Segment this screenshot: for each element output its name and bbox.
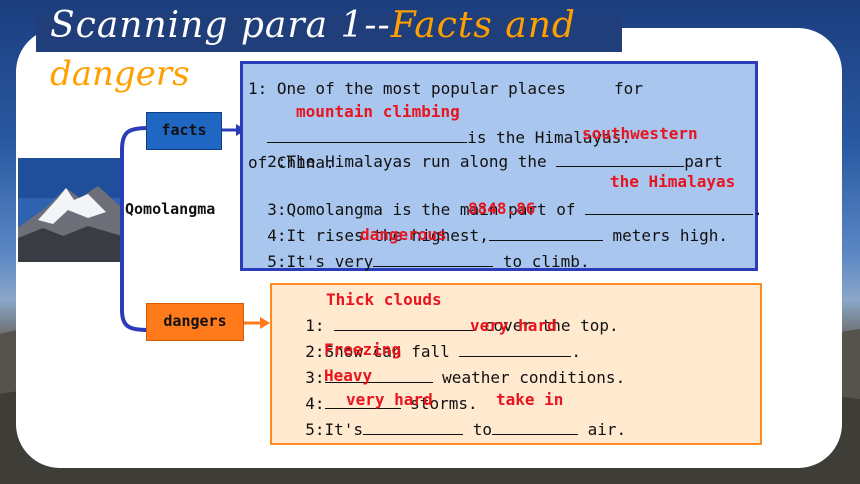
answer-heavy: Heavy [324,366,373,385]
facts-line-7-end: to climb. [502,252,590,271]
dangers-tag: dangers [146,303,244,341]
dangers-line-5-text: 5:It's [305,420,364,439]
facts-line-5-end: . [753,200,763,219]
qomolangma-photo [18,158,122,262]
answer-8848-86: 8848.86 [468,199,536,218]
answer-take-in: take in [496,390,564,409]
dangers-line-5: 5:It's to air. [286,396,626,441]
facts-line-6-end: meters high. [612,226,729,245]
center-label: Qomolangma [125,200,216,218]
dangers-line-5-end: air. [587,420,627,439]
answer-southwestern: southwestern [582,124,698,143]
facts-line-3-end: part [684,152,723,171]
answer-very-hard-2: very hard [346,390,433,409]
facts-tag: facts [146,112,222,150]
title-part-2: Facts and [390,5,576,46]
answer-very-hard-1: very hard [470,316,557,335]
dangers-line-5-mid: to [472,420,492,439]
answer-thick-clouds: Thick clouds [326,290,442,309]
title-part-1: Scanning para 1-- [50,5,391,46]
answer-dangerous: dangerous [360,225,447,244]
answer-freezing: Freezing [324,340,402,359]
facts-line-1: 1: One of the most popular places for [248,79,643,98]
facts-line-7-text: 5:It's very [267,252,374,271]
answer-mountain-climbing: mountain climbing [296,102,460,121]
title-part-3: dangers [50,54,190,94]
answer-the-himalayas: the Himalayas [610,172,736,191]
facts-line-4: of China. [248,153,335,172]
slide-title: Scanning para 1--Facts and [50,4,850,48]
